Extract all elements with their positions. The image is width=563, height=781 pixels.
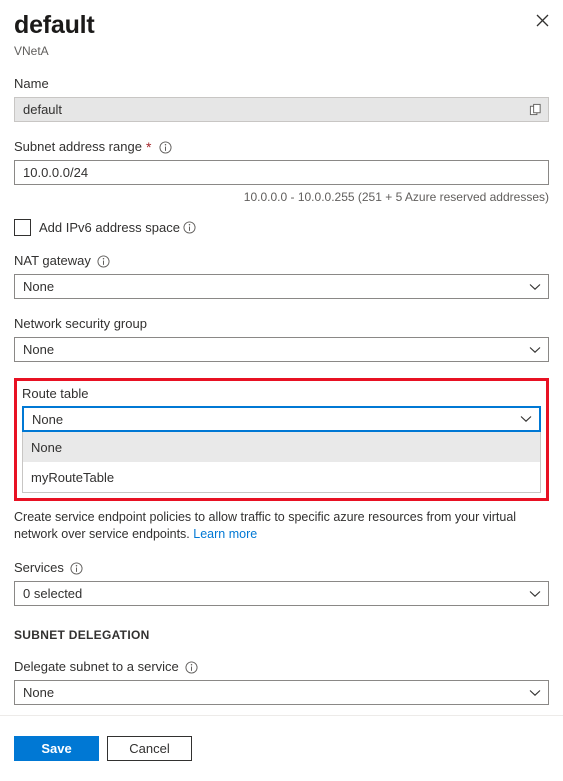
info-icon[interactable] — [159, 140, 172, 154]
name-value: default — [23, 102, 63, 117]
close-button[interactable] — [529, 7, 555, 33]
field-delegate-subnet: Delegate subnet to a service None — [14, 658, 549, 705]
route-table-dropdown[interactable]: None — [22, 406, 541, 432]
field-subnet-address-range: Subnet address range * 10.0.0.0/24 10.0.… — [14, 138, 549, 205]
nat-gateway-label: NAT gateway — [14, 252, 549, 270]
subnet-address-range-input[interactable]: 10.0.0.0/24 — [14, 160, 549, 185]
network-security-group-value: None — [23, 342, 55, 357]
nat-gateway-value: None — [23, 279, 55, 294]
footer-actions: Save Cancel — [0, 715, 563, 781]
close-icon — [536, 14, 549, 27]
copy-button[interactable] — [522, 98, 548, 121]
field-network-security-group: Network security group None — [14, 315, 549, 362]
delegate-subnet-label: Delegate subnet to a service — [14, 658, 549, 676]
service-endpoints-description-text: Create service endpoint policies to allo… — [14, 510, 517, 541]
services-label: Services — [14, 559, 549, 577]
add-ipv6-label: Add IPv6 address space — [39, 220, 196, 235]
add-ipv6-address-space-row[interactable]: Add IPv6 address space — [14, 219, 549, 236]
subnet-address-range-helper: 10.0.0.0 - 10.0.0.255 (251 + 5 Azure res… — [243, 190, 549, 204]
chevron-down-icon — [522, 283, 548, 291]
page-title: default — [14, 11, 95, 39]
services-dropdown[interactable]: 0 selected — [14, 581, 549, 606]
cancel-button[interactable]: Cancel — [107, 736, 192, 761]
delegate-subnet-dropdown[interactable]: None — [14, 680, 549, 705]
field-name: Name default — [14, 75, 549, 122]
subnet-delegation-section-title: SUBNET DELEGATION — [14, 628, 150, 642]
route-table-option-none[interactable]: None — [23, 432, 540, 462]
route-table-highlight: Route table None None myRouteTable — [14, 378, 549, 501]
service-endpoints-description: Create service endpoint policies to allo… — [14, 509, 549, 543]
info-icon[interactable] — [183, 221, 196, 234]
nat-gateway-dropdown[interactable]: None — [14, 274, 549, 299]
add-ipv6-checkbox[interactable] — [14, 219, 31, 236]
delegate-subnet-value: None — [23, 685, 55, 700]
info-icon[interactable] — [70, 561, 83, 575]
chevron-down-icon — [513, 415, 539, 423]
subnet-address-range-value: 10.0.0.0/24 — [23, 165, 89, 180]
page-subtitle: VNetA — [14, 44, 49, 58]
name-input[interactable]: default — [14, 97, 549, 122]
name-label: Name — [14, 76, 49, 91]
copy-icon — [529, 103, 542, 116]
chevron-down-icon — [522, 346, 548, 354]
chevron-down-icon — [522, 689, 548, 697]
services-value: 0 selected — [23, 586, 83, 601]
field-nat-gateway: NAT gateway None — [14, 252, 549, 299]
route-table-label: Route table — [22, 386, 89, 401]
subnet-address-range-label: Subnet address range * — [14, 138, 549, 156]
required-marker: * — [145, 139, 152, 155]
learn-more-link[interactable]: Learn more — [193, 527, 257, 541]
network-security-group-dropdown[interactable]: None — [14, 337, 549, 362]
save-button[interactable]: Save — [14, 736, 99, 761]
info-icon[interactable] — [97, 254, 110, 268]
route-table-option-myroutetable[interactable]: myRouteTable — [23, 462, 540, 492]
subnet-form: Name default Subnet address range * 10.0… — [0, 75, 563, 705]
network-security-group-label: Network security group — [14, 316, 147, 331]
route-table-option-list: None myRouteTable — [22, 432, 541, 493]
chevron-down-icon — [522, 590, 548, 598]
field-services: Services 0 selected — [14, 559, 549, 606]
panel-header: default VNetA — [0, 0, 563, 59]
route-table-value: None — [32, 411, 64, 427]
info-icon[interactable] — [185, 660, 198, 674]
